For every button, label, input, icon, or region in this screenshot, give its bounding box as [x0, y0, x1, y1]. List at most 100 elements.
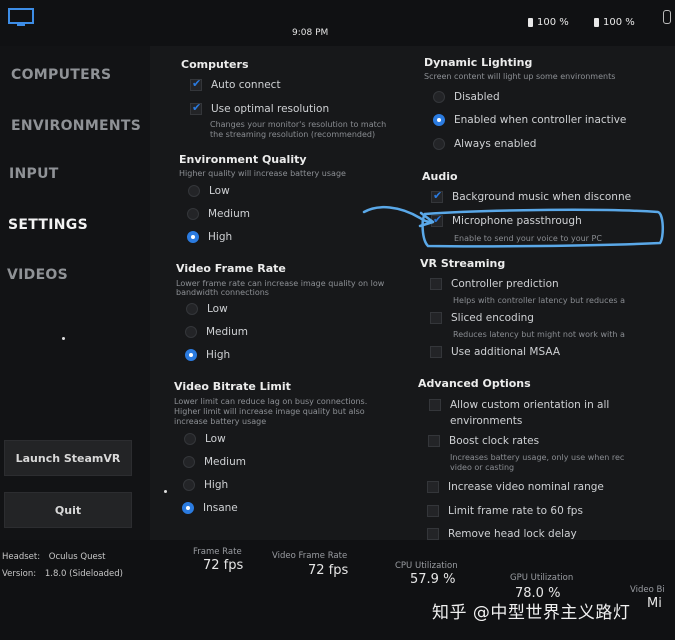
- checkbox-icon: [431, 213, 443, 227]
- launch-steamvr-button[interactable]: Launch SteamVR: [4, 440, 132, 476]
- video-bitrate-medium[interactable]: Medium: [183, 456, 246, 468]
- additional-msaa-checkbox[interactable]: Use additional MSAA: [430, 346, 560, 358]
- sidebar-item-settings[interactable]: SETTINGS: [8, 217, 88, 233]
- pointer-dot: [62, 337, 65, 340]
- increase-nominal-range-checkbox[interactable]: Increase video nominal range: [427, 481, 604, 493]
- video-frame-rate-stat-label: Video Frame Rate: [272, 551, 348, 561]
- status-bar: Headset: Oculus Quest Version: 1.8.0 (Si…: [0, 540, 675, 640]
- microphone-passthrough-checkbox[interactable]: Microphone passthrough: [431, 213, 582, 227]
- video-bitrate-stat-value: Mi: [647, 596, 662, 611]
- video-frame-rate-stat-value: 72 fps: [308, 563, 349, 578]
- dynamic-lighting-disabled[interactable]: Disabled: [433, 91, 500, 103]
- checkbox-icon: [427, 528, 439, 540]
- settings-panel: Computers Auto connect Use optimal resol…: [150, 46, 675, 540]
- controller-prediction-checkbox[interactable]: Controller prediction: [430, 278, 559, 290]
- video-bitrate-desc-3: increase battery usage: [174, 417, 267, 426]
- radio-icon: [433, 138, 445, 150]
- checkbox-icon: [431, 189, 443, 203]
- video-frame-rate-low[interactable]: Low: [186, 303, 228, 315]
- video-bitrate-title: Video Bitrate Limit: [174, 380, 291, 393]
- environment-quality-medium[interactable]: Medium: [187, 208, 250, 220]
- radio-icon: [433, 91, 445, 103]
- remove-head-lock-checkbox[interactable]: Remove head lock delay: [427, 528, 577, 540]
- optimal-resolution-checkbox[interactable]: Use optimal resolution: [190, 101, 329, 115]
- checkbox-icon: [430, 312, 442, 324]
- battery-icon: [528, 18, 533, 27]
- battery-level: 100 %: [537, 17, 569, 28]
- top-bar: 9:08 PM 100 % 100 %: [0, 0, 675, 46]
- limit-frame-rate-checkbox[interactable]: Limit frame rate to 60 fps: [427, 505, 583, 517]
- environment-quality-low[interactable]: Low: [188, 185, 230, 197]
- headset-info: Headset: Oculus Quest: [2, 552, 106, 562]
- dynamic-lighting-title: Dynamic Lighting: [424, 56, 533, 69]
- pointer-dot: [164, 490, 167, 493]
- computers-title: Computers: [181, 58, 249, 71]
- quit-button[interactable]: Quit: [4, 492, 132, 528]
- video-bitrate-stat-label: Video Bi: [630, 585, 665, 595]
- vr-streaming-title: VR Streaming: [420, 257, 506, 270]
- battery-level: 100 %: [603, 17, 635, 28]
- video-frame-rate-high[interactable]: High: [185, 349, 230, 361]
- radio-selected-icon: [185, 349, 197, 361]
- sliced-encoding-checkbox[interactable]: Sliced encoding: [430, 312, 534, 324]
- boost-clock-desc-1: Increases battery usage, only use when r…: [450, 453, 625, 462]
- radio-icon: [188, 185, 200, 197]
- environment-quality-desc: Higher quality will increase battery usa…: [179, 169, 346, 178]
- checkbox-icon: [430, 346, 442, 358]
- video-frame-rate-title: Video Frame Rate: [176, 262, 286, 275]
- radio-selected-icon: [433, 114, 445, 126]
- checkbox-icon: [429, 399, 441, 411]
- sidebar-item-computers[interactable]: COMPUTERS: [11, 67, 111, 83]
- sidebar-item-environments[interactable]: ENVIRONMENTS: [11, 118, 141, 134]
- video-bitrate-low[interactable]: Low: [184, 433, 226, 445]
- auto-connect-checkbox[interactable]: Auto connect: [190, 77, 281, 91]
- checkbox-icon: [428, 435, 440, 447]
- frame-rate-value: 72 fps: [203, 558, 244, 573]
- sliced-encoding-desc: Reduces latency but might not work with …: [453, 330, 625, 339]
- boost-clock-checkbox[interactable]: Boost clock rates: [428, 435, 539, 447]
- video-bitrate-insane[interactable]: Insane: [182, 502, 238, 514]
- radio-icon: [187, 208, 199, 220]
- checkbox-icon: [427, 481, 439, 493]
- optimal-resolution-desc-2: the streaming resolution (recommended): [210, 130, 376, 139]
- optimal-resolution-desc-1: Changes your monitor's resolution to mat…: [210, 120, 387, 129]
- version-info: Version: 1.8.0 (Sideloaded): [2, 569, 123, 579]
- sidebar: COMPUTERS ENVIRONMENTS INPUT SETTINGS VI…: [0, 46, 150, 540]
- video-frame-rate-medium[interactable]: Medium: [185, 326, 248, 338]
- controller-battery-right: 100 %: [594, 17, 635, 28]
- audio-title: Audio: [422, 170, 458, 183]
- custom-orientation-label-2: environments: [450, 415, 523, 427]
- environment-quality-high[interactable]: High: [187, 231, 232, 243]
- video-frame-rate-desc-2: bandwidth connections: [176, 288, 269, 297]
- radio-selected-icon: [182, 502, 194, 514]
- environment-quality-title: Environment Quality: [179, 153, 307, 166]
- controller-prediction-desc: Helps with controller latency but reduce…: [453, 296, 626, 305]
- clock: 9:08 PM: [292, 28, 329, 38]
- sidebar-item-videos[interactable]: VIDEOS: [7, 267, 68, 283]
- sidebar-item-input[interactable]: INPUT: [9, 166, 59, 182]
- checkbox-icon: [430, 278, 442, 290]
- radio-icon: [183, 479, 195, 491]
- dynamic-lighting-always[interactable]: Always enabled: [433, 138, 536, 150]
- radio-icon: [186, 303, 198, 315]
- cpu-utilization-value: 57.9 %: [410, 572, 456, 587]
- background-music-checkbox[interactable]: Background music when disconne: [431, 189, 631, 203]
- dynamic-lighting-enabled-inactive[interactable]: Enabled when controller inactive: [433, 114, 626, 126]
- monitor-icon: [8, 8, 34, 26]
- custom-orientation-checkbox[interactable]: Allow custom orientation in all: [429, 399, 609, 411]
- watermark: 知乎 @中型世界主义路灯: [432, 603, 631, 623]
- controller-battery-left: 100 %: [528, 17, 569, 28]
- battery-icon: [594, 18, 599, 27]
- video-bitrate-high[interactable]: High: [183, 479, 228, 491]
- radio-icon: [185, 326, 197, 338]
- microphone-passthrough-desc: Enable to send your voice to your PC: [454, 234, 602, 243]
- boost-clock-desc-2: video or casting: [450, 463, 515, 472]
- radio-selected-icon: [187, 231, 199, 243]
- controller-icon[interactable]: [663, 10, 671, 24]
- cpu-utilization-label: CPU Utilization: [395, 561, 458, 571]
- gpu-utilization-label: GPU Utilization: [510, 573, 574, 583]
- dynamic-lighting-desc: Screen content will light up some enviro…: [424, 72, 616, 81]
- checkbox-icon: [190, 101, 202, 115]
- checkbox-icon: [190, 77, 202, 91]
- radio-icon: [184, 433, 196, 445]
